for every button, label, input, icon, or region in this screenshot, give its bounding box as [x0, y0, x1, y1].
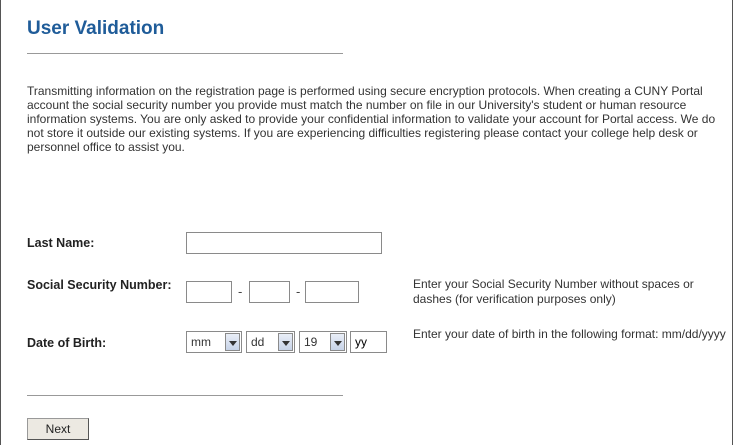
dob-month-select[interactable]: mm — [186, 331, 242, 353]
dob-day-value: dd — [251, 335, 265, 349]
chevron-down-icon[interactable] — [278, 333, 293, 351]
dob-label: Date of Birth: — [27, 336, 107, 350]
intro-text: Transmitting information on the registra… — [27, 84, 716, 154]
dob-day-select[interactable]: dd — [246, 331, 295, 353]
dob-century-select[interactable]: 19 — [299, 331, 347, 353]
page-title: User Validation — [27, 18, 165, 39]
dob-help-text: Enter your date of birth in the followin… — [413, 327, 726, 341]
chevron-down-icon[interactable] — [330, 333, 345, 351]
ssn-part3-input[interactable] — [305, 281, 359, 303]
divider — [27, 53, 343, 54]
ssn-part1-input[interactable] — [186, 281, 232, 303]
next-button[interactable]: Next — [27, 418, 89, 440]
dob-year-input[interactable] — [350, 331, 387, 353]
ssn-label: Social Security Number: — [27, 278, 172, 292]
last-name-label: Last Name: — [27, 236, 95, 250]
ssn-separator: - — [296, 284, 301, 299]
ssn-help-text: Enter your Social Security Number withou… — [413, 277, 694, 306]
dob-month-value: mm — [191, 335, 211, 349]
page-frame — [0, 0, 733, 445]
ssn-separator: - — [238, 284, 243, 299]
ssn-part2-input[interactable] — [249, 281, 290, 303]
last-name-input[interactable] — [186, 232, 382, 254]
chevron-down-icon[interactable] — [225, 333, 240, 351]
divider — [27, 395, 343, 396]
dob-century-value: 19 — [304, 335, 318, 349]
